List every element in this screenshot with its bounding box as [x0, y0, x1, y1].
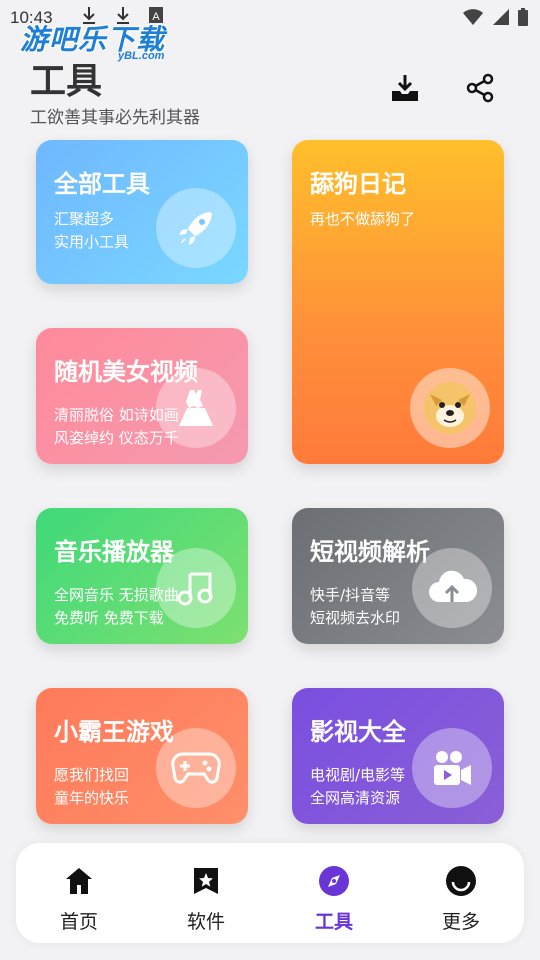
video-camera-icon [412, 728, 492, 808]
dress-icon [156, 368, 236, 448]
doge-icon [410, 368, 490, 448]
card-title: 舔狗日记 [310, 170, 406, 198]
tab-more[interactable]: 更多 [406, 843, 516, 943]
share-icon[interactable] [462, 70, 498, 106]
card-desc-line: 愿我们找回 [54, 766, 130, 784]
battery-icon [518, 8, 528, 31]
rocket-icon [156, 188, 236, 268]
card-desc-line: 全网高清资源 [310, 789, 401, 807]
tab-tools[interactable]: 工具 [279, 843, 389, 943]
card-desc: 电视剧/电影等 全网高清资源 [310, 764, 405, 810]
bottom-tab-bar: 首页 软件 工具 更多 [16, 843, 524, 943]
card-desc-line: 免费听 免费下载 [54, 609, 164, 627]
watermark-subtext: yBL.com [118, 50, 165, 62]
tab-label: 更多 [441, 911, 480, 933]
tab-label: 工具 [314, 911, 353, 933]
signal-icon [492, 8, 510, 31]
tab-software[interactable]: 软件 [151, 843, 261, 943]
card-desc: 再也不做舔狗了 [310, 208, 415, 231]
card-desc-line: 再也不做舔狗了 [310, 210, 416, 228]
smile-face-icon [445, 865, 477, 897]
card-all-tools[interactable]: 全部工具 汇聚超多 实用小工具 [36, 140, 248, 284]
music-note-icon [156, 548, 236, 628]
card-diary[interactable]: 舔狗日记 再也不做舔狗了 [292, 140, 504, 464]
card-desc-line: 童年的快乐 [54, 789, 130, 807]
wifi-icon [462, 8, 484, 31]
card-title: 全部工具 [54, 170, 150, 198]
card-desc-line: 电视剧/电影等 [310, 766, 406, 784]
compass-icon [318, 865, 350, 897]
card-desc-line: 短视频去水印 [310, 609, 401, 627]
home-icon [63, 865, 95, 897]
card-desc: 汇聚超多 实用小工具 [54, 208, 129, 254]
card-title: 影视大全 [310, 718, 406, 746]
card-title: 短视频解析 [310, 538, 430, 566]
gamepad-icon [156, 728, 236, 808]
card-desc-line: 汇聚超多 [54, 210, 115, 228]
card-game[interactable]: 小霸王游戏 愿我们找回 童年的快乐 [36, 688, 248, 824]
card-desc: 快手/抖音等 短视频去水印 [310, 584, 400, 630]
card-desc: 愿我们找回 童年的快乐 [54, 764, 129, 810]
tab-label: 软件 [186, 911, 225, 933]
card-desc-line: 实用小工具 [54, 233, 130, 251]
page-subtitle: 工欲善其事必先利其器 [30, 108, 200, 128]
card-title: 音乐播放器 [54, 538, 174, 566]
cloud-upload-icon [412, 548, 492, 628]
card-beauty-video[interactable]: 随机美女视频 清丽脱俗 如诗如画 风姿绰约 仪态万千 [36, 328, 248, 464]
tab-home[interactable]: 首页 [24, 843, 134, 943]
card-desc-line: 快手/抖音等 [310, 586, 391, 604]
card-movies[interactable]: 影视大全 电视剧/电影等 全网高清资源 [292, 688, 504, 824]
card-desc-line: 风姿绰约 仪态万千 [54, 429, 179, 447]
card-short-video[interactable]: 短视频解析 快手/抖音等 短视频去水印 [292, 508, 504, 644]
card-title: 小霸王游戏 [54, 718, 174, 746]
page-title: 工具 [30, 61, 103, 102]
tab-label: 首页 [59, 911, 98, 933]
download-tray-icon[interactable] [387, 70, 423, 106]
bookmark-star-icon [190, 865, 222, 897]
card-music[interactable]: 音乐播放器 全网音乐 无损歌曲 免费听 免费下载 [36, 508, 248, 644]
